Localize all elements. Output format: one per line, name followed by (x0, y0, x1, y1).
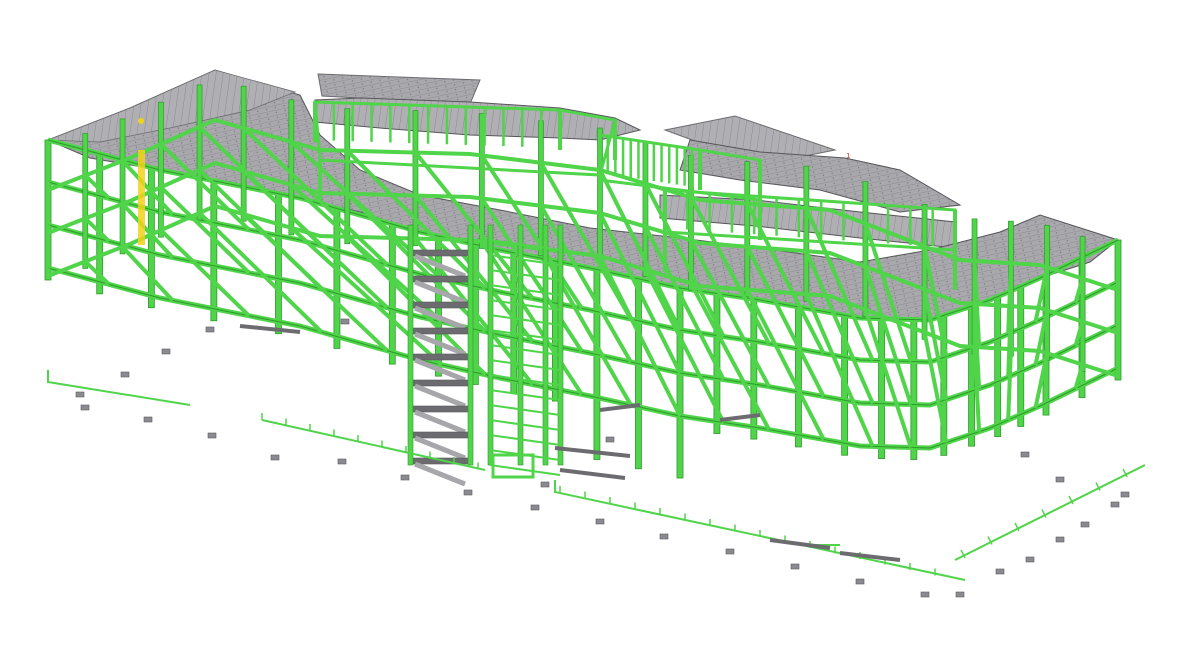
base-plate (337, 458, 347, 465)
rear-column (158, 101, 164, 238)
model-viewport[interactable]: 1 (0, 0, 1200, 653)
base-plate (463, 489, 473, 496)
base-plate (1110, 501, 1120, 508)
rear-column (803, 165, 810, 302)
ladder-rung (489, 464, 561, 476)
base-plate (595, 518, 605, 525)
stair-column (467, 224, 474, 466)
monitor-post (318, 160, 322, 200)
base-plate (80, 404, 90, 411)
front-column (994, 296, 1002, 438)
base-plate (400, 474, 410, 481)
base-plate (920, 591, 930, 598)
stair-flight (414, 409, 466, 435)
foundation-grid-line (47, 370, 191, 406)
front-column (210, 180, 218, 322)
loose-member (599, 403, 641, 412)
rear-column (1044, 224, 1050, 361)
monitor-post (758, 160, 762, 200)
rear-column (744, 161, 751, 297)
rear-column (921, 204, 928, 340)
ladder-rung (489, 359, 561, 371)
loose-member (554, 446, 631, 458)
base-plate (161, 348, 171, 355)
front-column (676, 287, 684, 479)
base-plate (790, 563, 800, 570)
ladder-rung (489, 269, 561, 281)
base-plate (659, 533, 669, 540)
base-plate (75, 391, 85, 398)
base-plate (270, 454, 280, 461)
front-column (635, 278, 642, 470)
rear-column (412, 110, 419, 246)
base-plate (1120, 491, 1130, 498)
front-column (388, 223, 396, 365)
stair-column (407, 224, 414, 466)
ladder-rung (489, 404, 561, 416)
foundation-grid-line (954, 464, 1146, 561)
front-column (44, 139, 52, 281)
rear-column (82, 133, 89, 269)
base-plate (540, 481, 550, 488)
ladder-rung (489, 434, 561, 446)
base-plate (530, 504, 540, 511)
monitor-post (598, 180, 602, 220)
base-plate (205, 326, 215, 333)
base-plate (725, 548, 735, 555)
rear-column (119, 118, 126, 255)
front-column (795, 306, 802, 448)
ladder-rung (489, 419, 561, 431)
structural-steel-3d-model[interactable]: 1 (0, 0, 1200, 653)
rear-column (1079, 236, 1086, 372)
cross-beam (1006, 349, 1013, 421)
stair-flight (414, 461, 466, 487)
base-plate (855, 578, 865, 585)
loose-member (559, 468, 626, 480)
base-plate (1055, 536, 1065, 543)
ladder-rung (489, 389, 561, 401)
rear-column (240, 85, 247, 222)
front-column (275, 193, 282, 335)
base-plate (340, 318, 350, 325)
front-column (910, 319, 918, 460)
ladder-rung (489, 314, 561, 326)
monitor-post (663, 232, 667, 272)
base-plate (143, 416, 153, 423)
stair-column (517, 224, 524, 466)
grid-tag: 1 (846, 152, 850, 160)
base-plate (207, 432, 217, 439)
stair-tower[interactable] (407, 224, 564, 487)
monitor-post (953, 250, 957, 290)
base-plate (1055, 476, 1065, 483)
base-plate (1020, 451, 1030, 458)
base-plate (1025, 556, 1035, 563)
base-plate (605, 436, 615, 443)
front-column (878, 318, 885, 460)
loose-member (239, 324, 301, 334)
front-column (1114, 239, 1122, 381)
base-plate (955, 591, 965, 598)
base-plate (120, 371, 130, 378)
base-plate (995, 568, 1005, 575)
monitor-post (758, 200, 762, 240)
stair-flight (414, 383, 466, 409)
rear-column (862, 181, 869, 317)
rear-column (196, 84, 203, 221)
base-plate (1080, 521, 1090, 528)
front-column (551, 260, 559, 402)
